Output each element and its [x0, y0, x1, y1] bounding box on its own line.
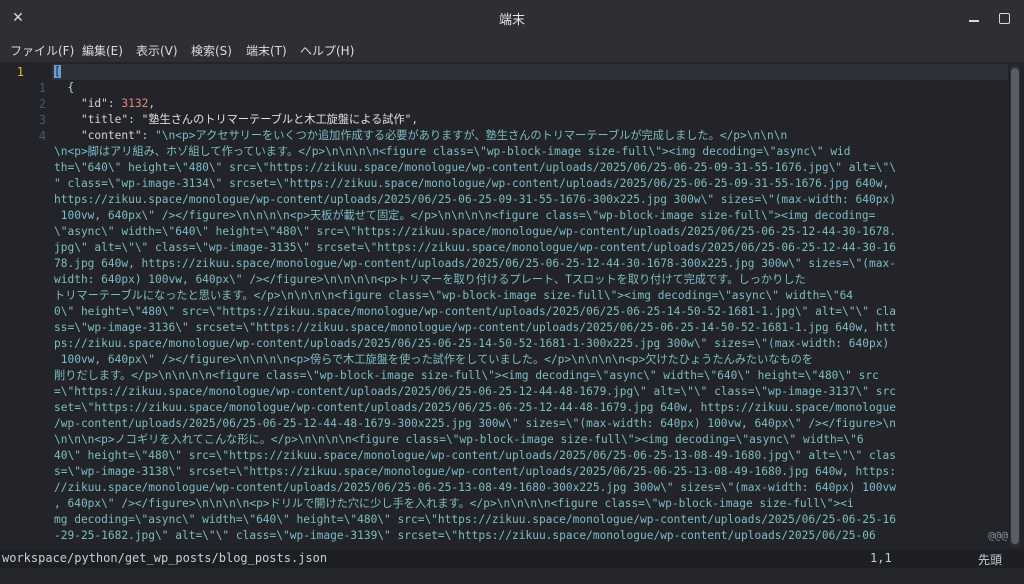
code-line: "id": 3132, — [54, 96, 1009, 112]
wrapped-code-line: jpg\" alt=\"\" class=\"wp-image-3135\" s… — [54, 241, 896, 254]
wrapped-code-line: //zikuu.space/monologue/wp-content/uploa… — [54, 481, 896, 494]
json-key: "content" — [80, 129, 142, 142]
wrapped-code-line: , 640px\" /></figure>\n\n\n\n<p>ドリルで開けた穴… — [54, 497, 854, 510]
json-separator: : — [141, 129, 156, 142]
wrapped-code-line: /wp-content/uploads/2025/06/25-06-25-12-… — [54, 417, 896, 430]
status-bar: workspace/python/get_wp_posts/blog_posts… — [0, 550, 1024, 568]
text-cursor: [ — [54, 65, 61, 78]
cursor-position: 1,1 — [870, 551, 892, 565]
maximize-icon[interactable] — [994, 8, 1014, 28]
file-path: workspace/python/get_wp_posts/blog_posts… — [2, 551, 328, 565]
json-separator: : — [128, 113, 142, 126]
menu-help[interactable]: ヘルプ(H) — [300, 42, 354, 59]
wrapped-code-line: width: 640px) 100vw, 640px\" /></figure>… — [54, 273, 806, 286]
wrapped-code-line: " class=\"wp-image-3134\" srcset=\"https… — [54, 177, 890, 190]
json-string-value: "\n<p>アクセサリーをいくつか追加作成する必要がありますが、塾生さんのトリマ… — [155, 129, 788, 142]
line-number: 3 — [38, 113, 46, 127]
json-number-value: 3132 — [121, 97, 149, 110]
wrapped-code-line: ss=\"wp-image-3136\" srcset=\"https://zi… — [54, 321, 896, 334]
wrapped-code-line: 100vw, 640px\" /></figure>\n\n\n\n<p>天板が… — [54, 209, 876, 222]
wrapped-code-line: 78.jpg 640w, https://zikuu.space/monolog… — [54, 257, 896, 270]
wrapped-code-line: 削りだします。</p>\n\n\n\n<figure class=\"wp-bl… — [54, 369, 879, 382]
wrapped-code-line: https://zikuu.space/monologue/wp-content… — [54, 193, 896, 206]
json-separator: : — [107, 97, 122, 110]
menu-file[interactable]: ファイル(F) — [10, 42, 74, 59]
menu-terminal[interactable]: 端末(T) — [246, 42, 287, 59]
code-line: { — [54, 81, 75, 94]
json-key: "id" — [80, 97, 108, 110]
title-bar: ✕ 端末 — [0, 0, 1024, 36]
scroll-position: 先頭 — [978, 553, 1003, 567]
wrapped-code-line: \n<p>脚はアリ組み、ホゾ組して作っています。</p>\n\n\n\n<fig… — [54, 145, 851, 158]
menu-bar: ファイル(F) 編集(E) 表示(V) 検索(S) 端末(T) ヘルプ(H) — [0, 36, 1024, 62]
wrapped-code-line: \"async\" width=\"640\" height=\"480\" s… — [54, 225, 896, 238]
wrapped-code-line: -29-25-1682.jpg\" alt=\"\" class=\"wp-im… — [54, 529, 876, 542]
wrapped-code-line: \n\n\n<p>ノコギリを入れてこんな形に。</p>\n\n\n\n<figu… — [54, 433, 864, 446]
json-comma: , — [411, 113, 419, 126]
code-line: "content": "\n<p>アクセサリーをいくつか追加作成する必要がありま… — [54, 128, 1009, 144]
terminal-window: ✕ 端末 ファイル(F) 編集(E) 表示(V) 検索(S) 端末(T) ヘルプ… — [0, 0, 1024, 584]
wrapped-code-line: トリマーテーブルになったと思います。</p>\n\n\n\n<figure cl… — [54, 289, 854, 302]
current-line-number: 1 — [16, 65, 24, 79]
wrapped-code-line: set=\"https://zikuu.space/monologue/wp-c… — [54, 401, 896, 414]
wrapped-code-line: s=\"wp-image-3138\" srcset=\"https://zik… — [54, 465, 896, 478]
menu-view[interactable]: 表示(V) — [136, 42, 178, 59]
json-key: "title" — [80, 113, 129, 126]
wrapped-code-line: 40\" height=\"480\" src=\"https://zikuu.… — [54, 449, 896, 462]
line-number: 2 — [38, 97, 46, 111]
wrapped-code-line: =\"https://zikuu.space/monologue/wp-cont… — [54, 385, 896, 398]
wrapped-code-line: ps://zikuu.space/monologue/wp-content/up… — [54, 337, 890, 350]
vim-editor[interactable]: 1 1 2 3 4 [ { "id": 3132, "title": "塾生さん… — [0, 62, 1024, 550]
overflow-marker: @@@ — [988, 529, 1008, 542]
line-number-gutter: 1 1 2 3 4 — [0, 62, 52, 550]
scrollbar[interactable] — [1010, 64, 1020, 548]
scrollbar-thumb[interactable] — [1011, 68, 1019, 544]
code-line: "title": "塾生さんのトリマーテーブルと木工旋盤による試作", — [54, 112, 1009, 128]
wrapped-code-line: 0\" height=\"480\" src=\"https://zikuu.s… — [54, 305, 896, 318]
menu-edit[interactable]: 編集(E) — [82, 42, 123, 59]
menu-search[interactable]: 検索(S) — [191, 42, 232, 59]
window-title: 端末 — [498, 13, 525, 28]
wrapped-code-line: mg decoding=\"async\" width=\"640\" heig… — [54, 513, 896, 526]
line-number: 1 — [38, 81, 46, 95]
command-line[interactable] — [0, 568, 1024, 584]
json-comma: , — [148, 97, 156, 110]
code-line: [ — [54, 64, 1009, 80]
json-string-value: "塾生さんのトリマーテーブルと木工旋盤による試作" — [141, 113, 412, 126]
wrapped-code-line: 100vw, 640px\" /></figure>\n\n\n\n<p>傍らで… — [54, 353, 814, 366]
line-number: 4 — [38, 129, 46, 143]
minimize-icon[interactable] — [964, 8, 984, 28]
wrapped-code-line: th=\"640\" height=\"480\" src=\"https://… — [54, 161, 896, 174]
